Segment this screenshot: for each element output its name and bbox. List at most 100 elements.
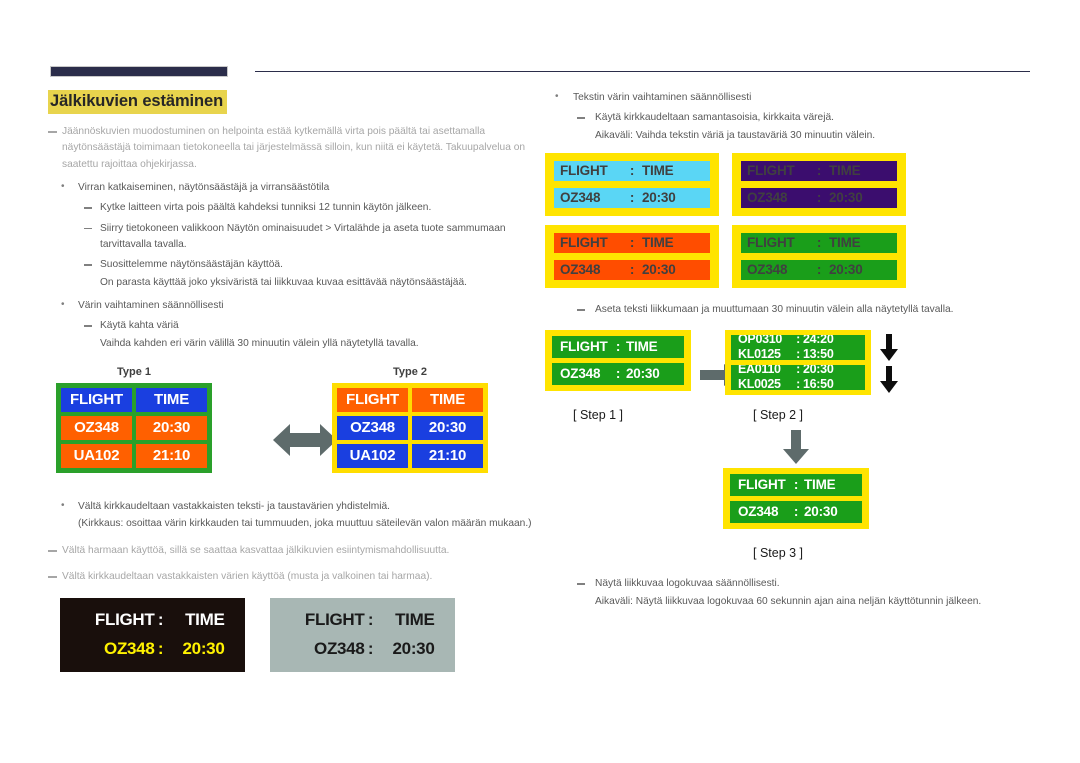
type2-label: Type 2	[392, 365, 428, 378]
sub-moving-logo-note: Aikaväli: Näytä liikkuvaa logokuvaa 60 s…	[595, 595, 982, 607]
scroll-down-arrow-1-icon	[879, 334, 899, 362]
left-column: Jälkikuvien estäminen Jäännöskuvien muod…	[48, 90, 548, 682]
orange-line2-sep: :	[629, 261, 635, 277]
green-line2-time: 20:30	[829, 261, 863, 277]
black-board-line1: FLIGHT : TIME	[81, 610, 225, 630]
step1-line2: OZ348 : 20:30	[552, 363, 684, 386]
gray-board-line1: FLIGHT : TIME	[291, 610, 435, 630]
type2-header-flight: FLIGHT	[337, 387, 408, 412]
step3-line1-sep: :	[793, 477, 799, 493]
dash-avoid-gray: Vältä harmaan käyttöä, sillä se saattaa …	[48, 543, 548, 560]
sub-moving-text: Aseta teksti liikkumaan ja muuttumaan 30…	[545, 302, 1035, 318]
green-line1-time: TIME	[829, 234, 861, 250]
sub-display-properties: Siirry tietokoneen valikkoon Näytön omin…	[48, 221, 548, 254]
type2-row1-time: 20:30	[412, 415, 483, 440]
down-arrow-icon	[783, 430, 809, 465]
sub-two-colors-note: Vaihda kahden eri värin välillä 30 minuu…	[100, 337, 419, 349]
purple-line1-sep: :	[816, 162, 822, 178]
type2-header-time: TIME	[412, 387, 483, 412]
gray-board-line2: OZ348 : 20:30	[291, 639, 435, 659]
purple-line1-time: TIME	[829, 162, 861, 178]
gray-board-line1-flight: FLIGHT	[304, 610, 365, 630]
type2-row1-flight: OZ348	[337, 415, 408, 440]
step2-win2-top-flight: EA0110	[738, 365, 781, 376]
cyan-board-line1: FLIGHT : TIME	[554, 160, 710, 181]
step1-line2-sep: :	[615, 366, 621, 382]
cyan-line1-flight: FLIGHT	[560, 162, 608, 178]
cyan-board-line2: OZ348 : 20:30	[554, 187, 710, 208]
purple-line2-sep: :	[816, 189, 822, 205]
step2-win1-bot-flight: KL0125	[738, 346, 781, 361]
color-board-orange: FLIGHT : TIME OZ348 : 20:30	[545, 224, 719, 288]
purple-board-line2: OZ348 : 20:30	[741, 187, 897, 208]
step1-line1-time: TIME	[626, 339, 658, 355]
type2-row2-flight: UA102	[337, 443, 408, 468]
dash-avoid-opposite: Vältä kirkkaudeltaan vastakkaisten värie…	[48, 569, 548, 586]
color-variant-boards: FLIGHT : TIME OZ348 : 20:30 FLIGHT : TIM…	[545, 152, 917, 288]
right-column: Tekstin värin vaihtaminen säännöllisesti…	[545, 89, 1035, 610]
step2-label: [ Step 2 ]	[753, 408, 804, 423]
purple-board-line1: FLIGHT : TIME	[741, 160, 897, 181]
step2-win2-bottom: KL0025 : 16:50	[731, 376, 865, 391]
step2-win1-top-sep: :	[796, 335, 800, 346]
step2-win1-bottom: KL0125 : 13:50	[731, 346, 865, 361]
green-board-line1: FLIGHT : TIME	[741, 232, 897, 253]
sub-bright-colors: Käytä kirkkaudeltaan samantasoisia, kirk…	[545, 110, 1035, 126]
step2-win1-bot-sep: :	[796, 346, 800, 361]
type1-header-time: TIME	[136, 387, 207, 412]
type1-row2-time: 21:10	[136, 443, 207, 468]
type1-header-flight: FLIGHT	[61, 387, 132, 412]
step2-win1-top-flight: OP0310	[738, 335, 783, 346]
header-rule-thick	[50, 66, 228, 77]
type1-board: FLIGHT TIME OZ348 20:30 UA102 21:10	[56, 382, 212, 473]
purple-line2-time: 20:30	[829, 189, 863, 205]
orange-line1-time: TIME	[642, 234, 674, 250]
cyan-line2-sep: :	[629, 189, 635, 205]
black-board-line2-flight: OZ348	[104, 639, 155, 659]
type2-block: Type 2 FLIGHT TIME OZ348 20:30 UA102 21:…	[332, 366, 488, 473]
step3-board: FLIGHT : TIME OZ348 : 20:30	[723, 468, 869, 530]
sub-screensaver: Suosittelemme näytönsäästäjän käyttöä.	[48, 257, 548, 273]
step3-line1: FLIGHT : TIME	[730, 474, 862, 497]
sub-bright-colors-note: Aikaväli: Vaihda tekstin väriä ja tausta…	[595, 129, 876, 141]
color-board-cyan: FLIGHT : TIME OZ348 : 20:30	[545, 152, 719, 216]
cyan-line2-time: 20:30	[642, 189, 676, 205]
step1-line2-flight: OZ348	[560, 366, 601, 382]
step3-line1-flight: FLIGHT	[738, 477, 786, 493]
orange-line1-sep: :	[629, 234, 635, 250]
type1-label: Type 1	[116, 365, 152, 378]
gray-board-line1-sep: :	[367, 610, 374, 630]
gray-board-line2-sep: :	[367, 639, 374, 659]
header-rule-thin	[255, 71, 1030, 72]
type-boards-figure: Type 1 FLIGHT TIME OZ348 20:30 UA102 21:…	[48, 366, 548, 492]
bullet-text-color-change: Tekstin värin vaihtaminen säännöllisesti	[545, 89, 1035, 106]
purple-line2-flight: OZ348	[747, 189, 788, 205]
type2-header-row: FLIGHT TIME	[337, 387, 483, 412]
type1-row-1: OZ348 20:30	[61, 415, 207, 440]
black-board-line1-time: TIME	[185, 610, 225, 630]
type1-block: Type 1 FLIGHT TIME OZ348 20:30 UA102 21:…	[56, 366, 212, 473]
green-line1-sep: :	[816, 234, 822, 250]
type2-row-2: UA102 21:10	[337, 443, 483, 468]
step3-label: [ Step 3 ]	[753, 546, 804, 561]
step1-board: FLIGHT : TIME OZ348 : 20:30	[545, 330, 691, 392]
type1-row2-flight: UA102	[61, 443, 132, 468]
orange-line1-flight: FLIGHT	[560, 234, 608, 250]
sub-moving-logo: Näytä liikkuvaa logokuvaa säännöllisesti…	[545, 576, 1035, 592]
step3-line2-time: 20:30	[804, 504, 838, 520]
step2-win2-bot-sep: :	[796, 376, 800, 391]
black-board-line2-sep: :	[157, 639, 164, 659]
sub-screensaver-note: On parasta käyttää joko yksiväristä tai …	[100, 276, 467, 288]
simple-boards-figure: FLIGHT : TIME OZ348 : 20:30 FLIGHT : TIM…	[48, 597, 548, 682]
step3-line2-flight: OZ348	[738, 504, 779, 520]
type2-board: FLIGHT TIME OZ348 20:30 UA102 21:10	[332, 382, 488, 473]
orange-board-line2: OZ348 : 20:30	[554, 259, 710, 280]
sub-two-colors: Käytä kahta väriä	[48, 318, 548, 334]
sub-power-off: Kytke laitteen virta pois päältä kahdeks…	[48, 200, 548, 216]
step2-win2-top-time: 20:30	[803, 365, 834, 376]
green-line1-flight: FLIGHT	[747, 234, 795, 250]
step2-window-1: OP0310 : 24:20 KL0125 : 13:50	[731, 335, 865, 361]
orange-line2-flight: OZ348	[560, 261, 601, 277]
gray-board: FLIGHT : TIME OZ348 : 20:30	[270, 597, 455, 672]
gray-board-line1-time: TIME	[395, 610, 435, 630]
